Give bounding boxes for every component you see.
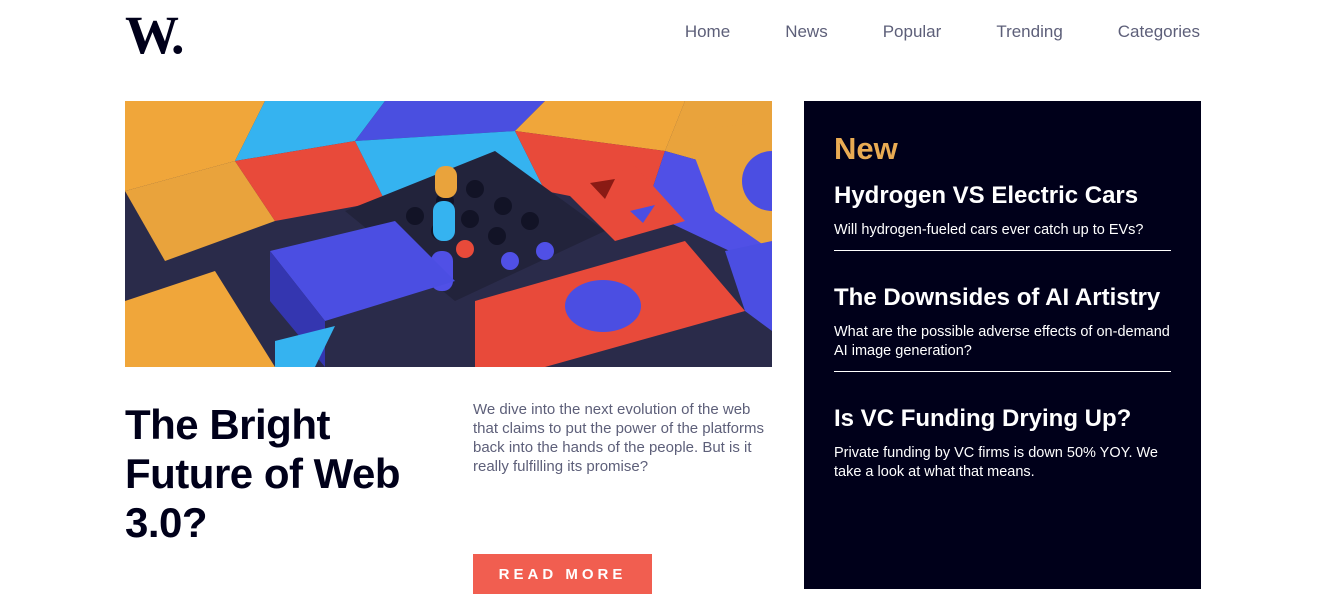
news-item-title[interactable]: Is VC Funding Drying Up? — [834, 404, 1171, 434]
main-nav: Home News Popular Trending Categories — [685, 22, 1200, 42]
news-item-desc: What are the possible adverse effects of… — [834, 324, 1170, 359]
nav-link-categories[interactable]: Categories — [1118, 22, 1200, 42]
hero-title: The Bright Future of Web 3.0? — [125, 401, 401, 546]
news-item-title[interactable]: Hydrogen VS Electric Cars — [834, 181, 1171, 211]
new-articles-sidebar: New Hydrogen VS Electric Cars Will hydro… — [804, 101, 1201, 589]
news-item[interactable]: The Downsides of AI Artistry What are th… — [834, 283, 1171, 372]
nav-link-news[interactable]: News — [785, 22, 828, 42]
news-item-title[interactable]: The Downsides of AI Artistry — [834, 283, 1171, 313]
nav-link-trending[interactable]: Trending — [996, 22, 1062, 42]
hero-summary: We dive into the next evolution of the w… — [473, 401, 764, 475]
news-item[interactable]: Is VC Funding Drying Up? Private funding… — [834, 404, 1171, 492]
site-logo[interactable]: W. — [125, 8, 185, 62]
read-more-button[interactable]: READ MORE — [473, 554, 652, 594]
hero-image — [125, 101, 772, 367]
news-item-desc: Private funding by VC firms is down 50% … — [834, 445, 1158, 480]
nav-link-home[interactable]: Home — [685, 22, 730, 42]
nav-link-popular[interactable]: Popular — [883, 22, 942, 42]
news-item-desc: Will hydrogen-fueled cars ever catch up … — [834, 222, 1144, 238]
news-item[interactable]: Hydrogen VS Electric Cars Will hydrogen-… — [834, 181, 1171, 251]
sidebar-heading: New — [834, 131, 898, 166]
